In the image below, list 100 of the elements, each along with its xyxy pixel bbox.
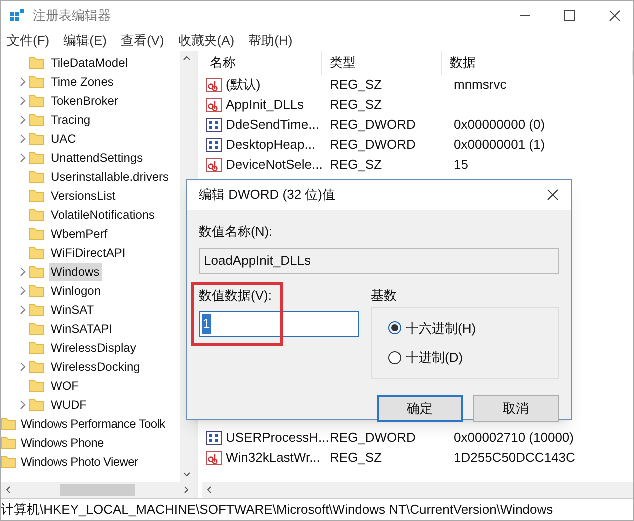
string-value-icon bbox=[206, 450, 222, 466]
scroll-up-icon[interactable] bbox=[183, 55, 191, 61]
folder-icon bbox=[29, 226, 45, 242]
value-name[interactable]: DdeSendTime... bbox=[226, 115, 320, 135]
tree-item[interactable]: UnattendSettings bbox=[49, 148, 146, 166]
scroll-thumb[interactable] bbox=[60, 484, 135, 496]
tree-item[interactable]: WbemPerf bbox=[49, 224, 110, 242]
tree-item[interactable]: Winlogon bbox=[49, 282, 104, 300]
folder-icon bbox=[29, 282, 45, 298]
folder-icon bbox=[29, 74, 45, 90]
value-type: REG_SZ bbox=[329, 76, 384, 94]
folder-icon bbox=[1, 416, 17, 432]
value-type: REG_SZ bbox=[329, 449, 384, 468]
folder-icon bbox=[29, 54, 45, 70]
tree-item[interactable]: UAC bbox=[49, 130, 78, 148]
folder-icon bbox=[29, 264, 45, 280]
column-header[interactable]: 数据 bbox=[442, 51, 633, 75]
value-name[interactable]: AppInit_DLLs bbox=[226, 95, 304, 115]
tree-item[interactable]: Windows bbox=[49, 262, 102, 280]
tree-item[interactable]: WinSAT bbox=[49, 300, 96, 318]
folder-icon bbox=[29, 112, 45, 128]
horizontal-scrollbar[interactable] bbox=[1, 482, 194, 498]
folder-icon bbox=[29, 130, 45, 146]
group-label: 基数 bbox=[371, 286, 398, 304]
folder-icon bbox=[29, 188, 45, 204]
folder-icon bbox=[29, 320, 45, 336]
value-name[interactable]: DeviceNotSele... bbox=[226, 155, 323, 175]
tree-item[interactable]: TokenBroker bbox=[49, 92, 120, 110]
tree-item[interactable]: Windows Performance Toolk bbox=[21, 414, 166, 432]
folder-icon bbox=[29, 168, 45, 184]
registry-app-icon bbox=[9, 8, 25, 24]
value-type: REG_DWORD bbox=[329, 136, 417, 154]
tree-item[interactable]: VolatileNotifications bbox=[49, 206, 158, 224]
value-name[interactable]: DesktopHeap... bbox=[226, 135, 316, 155]
value-data: 0x00000001 (1) bbox=[453, 136, 546, 154]
tree-item[interactable]: Userinstallable.drivers bbox=[49, 168, 172, 186]
folder-icon bbox=[29, 378, 45, 394]
folder-icon bbox=[29, 150, 45, 166]
value-name-field[interactable]: LoadAppInit_DLLs bbox=[199, 248, 559, 274]
tree-item[interactable]: WirelessDocking bbox=[49, 358, 142, 376]
string-value-icon bbox=[206, 157, 222, 173]
dialog-title: 编辑 DWORD (32 位)值 bbox=[199, 186, 336, 204]
status-bar-path: 计算机\HKEY_LOCAL_MACHINE\SOFTWARE\Microsoft\Windows NT\CurrentVersion\Windows bbox=[1, 500, 554, 519]
value-data-field[interactable]: 1 bbox=[199, 311, 359, 337]
close-icon[interactable] bbox=[609, 10, 621, 22]
radio-label[interactable]: 十进制(D) bbox=[406, 348, 464, 368]
scroll-left-icon[interactable] bbox=[206, 486, 212, 494]
value-name[interactable]: (默认) bbox=[226, 75, 261, 95]
field-label: 数值名称(N): bbox=[199, 223, 274, 241]
menu-item[interactable]: 帮助(H) bbox=[248, 31, 293, 51]
value-data: 0x00000000 (0) bbox=[453, 116, 546, 134]
menu-item[interactable]: 收藏夹(A) bbox=[178, 31, 235, 51]
menu-item[interactable]: 文件(F) bbox=[7, 31, 50, 51]
value-data: 15 bbox=[453, 156, 468, 174]
value-data: 1D255C50DCC143C bbox=[453, 449, 576, 468]
value-name[interactable]: Win32kLastWr... bbox=[226, 448, 320, 468]
dialog-button[interactable]: 确定 bbox=[377, 395, 463, 422]
scroll-right-icon[interactable] bbox=[184, 486, 190, 494]
dialog-button[interactable]: 取消 bbox=[473, 395, 559, 422]
value-type: REG_SZ bbox=[329, 156, 384, 174]
value-type: REG_SZ bbox=[329, 96, 384, 114]
tree-item[interactable]: Windows Photo Viewer bbox=[21, 452, 138, 470]
menu-item[interactable]: 查看(V) bbox=[120, 31, 164, 51]
tree-item[interactable]: VersionsList bbox=[49, 186, 118, 204]
tree-item[interactable]: WUDF bbox=[49, 396, 89, 414]
tree-item[interactable]: WOF bbox=[49, 376, 81, 394]
scroll-down-icon[interactable] bbox=[183, 472, 191, 478]
maximize-icon[interactable] bbox=[564, 10, 576, 22]
folder-icon bbox=[29, 396, 45, 412]
folder-icon bbox=[29, 206, 45, 222]
string-value-icon bbox=[206, 77, 222, 93]
column-header[interactable]: 名称 bbox=[202, 51, 322, 75]
horizontal-scrollbar[interactable] bbox=[202, 482, 633, 498]
value-type: REG_DWORD bbox=[329, 116, 417, 134]
column-header[interactable]: 类型 bbox=[322, 51, 442, 75]
tree-item[interactable]: WiFiDirectAPI bbox=[49, 244, 128, 262]
tree-item[interactable]: Tracing bbox=[49, 110, 93, 128]
radio-button[interactable] bbox=[388, 321, 402, 336]
folder-icon bbox=[29, 302, 45, 318]
folder-icon bbox=[29, 358, 45, 374]
value-name[interactable]: USERProcessH... bbox=[226, 428, 330, 448]
binary-value-icon bbox=[206, 137, 222, 153]
folder-icon bbox=[1, 454, 17, 470]
tree-item[interactable]: TileDataModel bbox=[49, 54, 130, 72]
radio-button[interactable] bbox=[388, 350, 402, 365]
scroll-left-icon[interactable] bbox=[5, 486, 11, 494]
tree-item[interactable]: Windows Phone bbox=[21, 434, 104, 452]
binary-value-icon bbox=[206, 117, 222, 133]
tree-item[interactable]: WirelessDisplay bbox=[49, 338, 138, 356]
binary-value-icon bbox=[206, 430, 222, 446]
menu-item[interactable]: 编辑(E) bbox=[64, 31, 107, 51]
window-title: 注册表编辑器 bbox=[33, 7, 111, 26]
folder-icon bbox=[29, 92, 45, 108]
tree-item[interactable]: WinSATAPI bbox=[49, 320, 115, 338]
folder-icon bbox=[29, 244, 45, 260]
value-data: 0x00002710 (10000) bbox=[453, 429, 574, 448]
tree-item[interactable]: Time Zones bbox=[49, 72, 116, 90]
radio-label[interactable]: 十六进制(H) bbox=[406, 318, 476, 338]
close-icon[interactable] bbox=[547, 189, 559, 201]
folder-icon bbox=[29, 340, 45, 356]
